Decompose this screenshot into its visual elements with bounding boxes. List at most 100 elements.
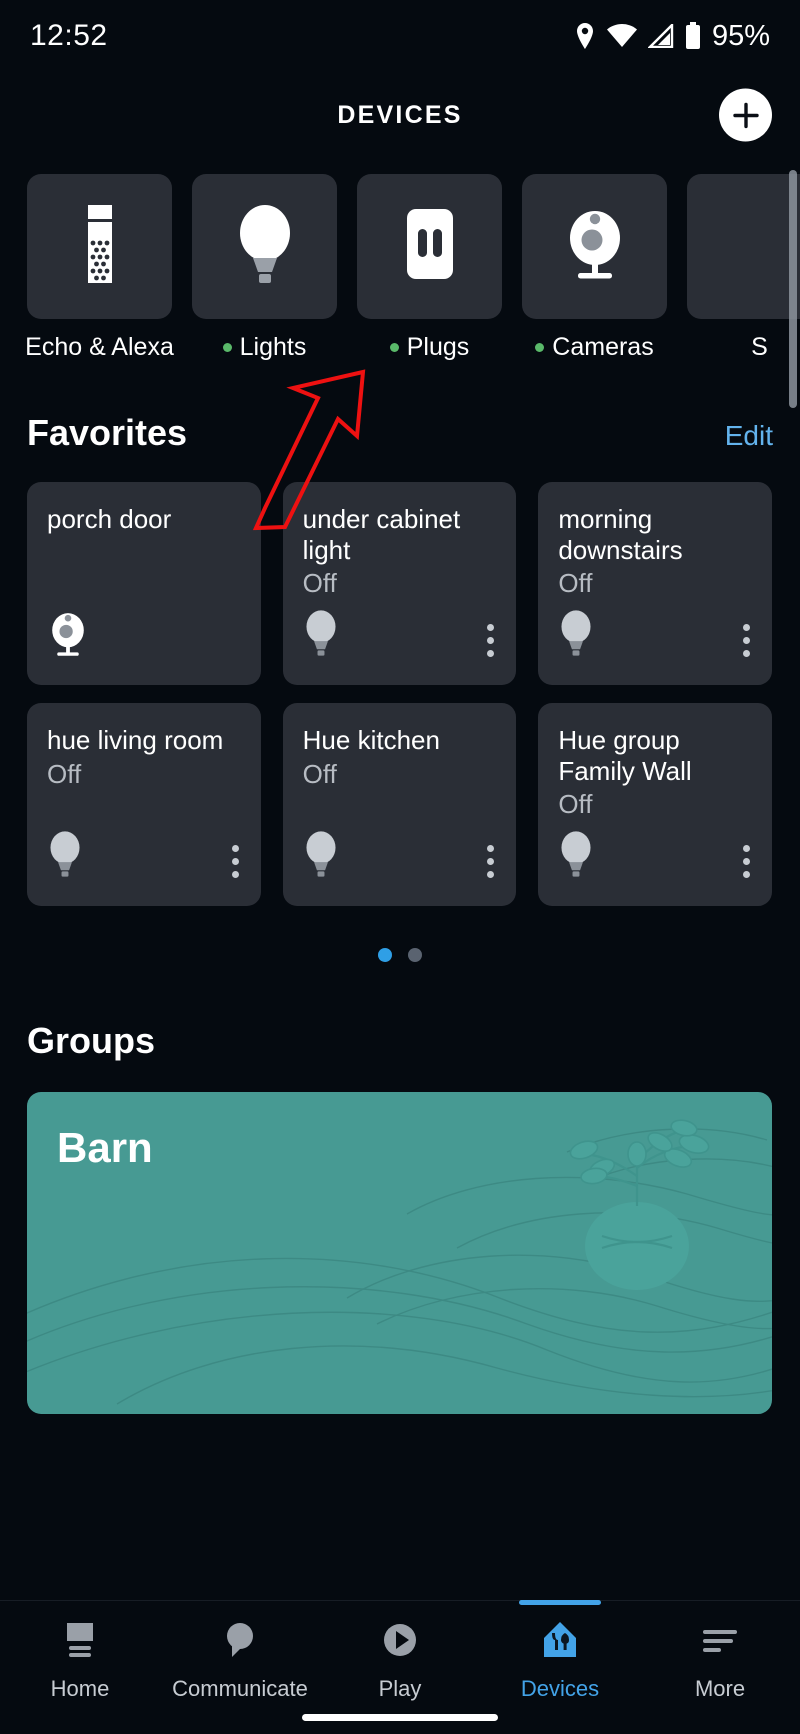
category-tile[interactable] (357, 174, 502, 319)
status-dot (535, 343, 545, 352)
nav-label: Devices (520, 1676, 600, 1701)
alexa-devices-screen: 12:52 95% DEVICES Echo & Alexa Lights Pl… (0, 0, 800, 1734)
battery-icon (685, 22, 701, 50)
active-tab-indicator (519, 1600, 601, 1605)
speech-bubble-icon (219, 1619, 261, 1666)
category-item-partial[interactable]: S (687, 174, 800, 374)
favorite-status: Off (302, 568, 337, 599)
cellular-signal-icon (647, 24, 674, 48)
category-label-row: Plugs (357, 333, 502, 362)
favorite-card-hue-living-room[interactable]: hue living room Off (27, 703, 261, 906)
category-item-echo-alexa[interactable]: Echo & Alexa (25, 174, 174, 374)
camera-icon (562, 206, 628, 287)
status-dot (222, 343, 232, 352)
favorites-edit-link[interactable]: Edit (725, 420, 773, 452)
group-card-barn[interactable]: Barn (27, 1092, 772, 1414)
plant-in-vase-illustration (542, 1106, 732, 1301)
light-bulb-icon[interactable] (303, 829, 339, 884)
favorite-card-under-cabinet-light[interactable]: under cabinet light Off (282, 482, 517, 685)
favorite-card-morning-downstairs[interactable]: morning downstairs Off (538, 482, 772, 685)
category-strip[interactable]: Echo & Alexa Lights Plugs Cameras S (0, 174, 800, 374)
page-header: DEVICES (0, 72, 800, 158)
nav-label: Home (50, 1676, 110, 1701)
favorites-header: Favorites Edit (27, 412, 773, 454)
category-label-row: S (687, 333, 800, 362)
favorite-status: Off (558, 789, 593, 820)
category-label: Cameras (552, 333, 654, 361)
status-dot (389, 343, 399, 352)
wall-outlet-icon (399, 206, 461, 287)
nav-item-more[interactable]: More (640, 1619, 800, 1702)
nav-item-play[interactable]: Play (320, 1619, 480, 1702)
favorite-card-hue-kitchen[interactable]: Hue kitchen Off (282, 703, 517, 906)
groups-title: Groups (27, 1020, 156, 1061)
category-label: Echo & Alexa (25, 333, 174, 361)
category-tile[interactable] (27, 174, 172, 319)
favorite-name: Hue group Family Wall (558, 725, 692, 786)
home-gesture-bar[interactable] (302, 1714, 498, 1721)
bottom-navigation: Home Communicate Play Devices More (0, 1600, 800, 1734)
favorite-card-hue-group-family-wall[interactable]: Hue group Family Wall Off (538, 703, 772, 906)
favorites-title: Favorites (27, 412, 188, 453)
battery-percent: 95% (711, 19, 770, 52)
pager-dot-1[interactable] (378, 948, 392, 962)
favorite-name: hue living room (47, 725, 224, 755)
category-item-plugs[interactable]: Plugs (357, 174, 502, 374)
camera-icon (47, 610, 89, 663)
favorite-overflow-menu[interactable] (483, 841, 498, 882)
home-icon (59, 1619, 101, 1666)
light-bulb-icon[interactable] (558, 608, 594, 663)
category-label-row: Lights (192, 333, 337, 362)
nav-label: More (694, 1676, 746, 1701)
favorite-status: Off (558, 568, 593, 599)
favorite-name: morning downstairs (558, 504, 683, 565)
favorite-card-porch-door[interactable]: porch door (27, 482, 261, 685)
category-tile[interactable] (687, 174, 800, 319)
page-title: DEVICES (337, 100, 463, 129)
favorite-status: Off (302, 758, 337, 789)
nav-item-devices[interactable]: Devices (480, 1600, 640, 1702)
add-device-button[interactable] (719, 88, 772, 142)
hamburger-more-icon (699, 1619, 741, 1666)
favorite-name: Hue kitchen (302, 725, 440, 755)
devices-house-icon (539, 1619, 581, 1666)
light-bulb-icon[interactable] (47, 829, 83, 884)
category-tile[interactable] (192, 174, 337, 319)
group-name: Barn (57, 1124, 153, 1171)
light-bulb-icon[interactable] (558, 829, 594, 884)
status-time: 12:52 (30, 19, 108, 52)
favorite-overflow-menu[interactable] (739, 841, 754, 882)
play-circle-icon (379, 1619, 421, 1666)
favorite-overflow-menu[interactable] (228, 841, 243, 882)
pager-dot-2[interactable] (408, 948, 422, 962)
nav-item-home[interactable]: Home (0, 1619, 160, 1702)
category-item-lights[interactable]: Lights (192, 174, 337, 374)
location-pin-icon (574, 22, 596, 50)
category-label: Lights (239, 333, 307, 361)
favorite-overflow-menu[interactable] (739, 620, 754, 661)
nav-label: Communicate (172, 1676, 308, 1701)
category-label: Plugs (406, 333, 470, 361)
wifi-icon (606, 24, 637, 48)
light-bulb-icon (234, 201, 296, 292)
favorite-name: under cabinet light (302, 504, 461, 565)
status-icons: 95% (574, 20, 770, 53)
category-item-cameras[interactable]: Cameras (522, 174, 667, 374)
groups-header: Groups (27, 1020, 773, 1062)
echo-speaker-icon (70, 203, 130, 290)
favorite-name: porch door (47, 504, 172, 534)
category-label-row: Echo & Alexa (25, 333, 174, 362)
category-scrollbar[interactable] (789, 170, 797, 408)
plus-icon (732, 102, 759, 128)
category-label-row: Cameras (522, 333, 667, 362)
light-bulb-icon[interactable] (303, 608, 339, 663)
status-bar: 12:52 95% (0, 0, 800, 72)
nav-label: Play (378, 1676, 422, 1701)
nav-item-communicate[interactable]: Communicate (160, 1619, 320, 1702)
favorite-overflow-menu[interactable] (483, 620, 498, 661)
favorites-pager[interactable] (0, 948, 800, 962)
favorites-grid: porch door under cabinet light Off morni… (27, 482, 772, 906)
favorite-status: Off (47, 758, 82, 789)
category-tile[interactable] (522, 174, 667, 319)
category-label: S (751, 333, 768, 361)
